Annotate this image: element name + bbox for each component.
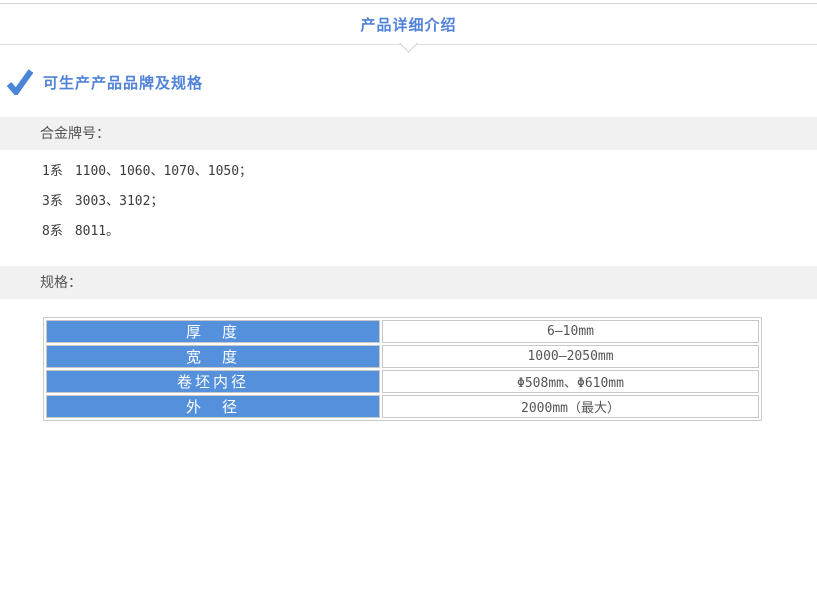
alloy-series-label: 3系: [42, 194, 63, 209]
section-header: 可生产产品品牌及规格: [6, 69, 817, 95]
alloy-heading-bar: 合金牌号：: [0, 117, 817, 150]
alloy-line-1: 1系 1100、1060、1070、1050；: [42, 157, 817, 187]
alloy-series-label: 1系: [42, 164, 63, 179]
alloy-line-2: 3系 3003、3102；: [42, 187, 817, 217]
alloy-series-values: 3003、3102；: [75, 194, 164, 209]
alloy-series-values: 8011。: [75, 224, 119, 239]
spec-value-outer-diameter: 2000mm（最大）: [382, 395, 759, 418]
spec-value-width: 1000—2050mm: [382, 345, 759, 368]
table-row: 外 径 2000mm（最大）: [46, 395, 759, 418]
alloy-line-3: 8系 8011。: [42, 217, 817, 247]
spec-value-coil-inner-diameter: Φ508mm、Φ610mm: [382, 370, 759, 393]
spec-heading-label: 规格：: [40, 274, 82, 290]
check-icon: [6, 69, 34, 95]
spec-label-width: 宽 度: [46, 345, 380, 368]
spec-label-thickness: 厚 度: [46, 320, 380, 343]
page-title: 产品详细介绍: [360, 14, 456, 35]
spec-heading-bar: 规格：: [0, 266, 817, 299]
section-title: 可生产产品品牌及规格: [43, 72, 203, 93]
spec-table: 厚 度 6—10mm 宽 度 1000—2050mm 卷坯内径 Φ508mm、Φ…: [43, 317, 762, 421]
alloy-heading-label: 合金牌号：: [40, 125, 110, 141]
alloy-series-values: 1100、1060、1070、1050；: [75, 164, 252, 179]
spec-label-coil-inner-diameter: 卷坯内径: [46, 370, 380, 393]
alloy-series-label: 8系: [42, 224, 63, 239]
spec-value-thickness: 6—10mm: [382, 320, 759, 343]
table-row: 卷坯内径 Φ508mm、Φ610mm: [46, 370, 759, 393]
table-row: 宽 度 1000—2050mm: [46, 345, 759, 368]
spec-label-outer-diameter: 外 径: [46, 395, 380, 418]
table-row: 厚 度 6—10mm: [46, 320, 759, 343]
alloy-list: 1系 1100、1060、1070、1050； 3系 3003、3102； 8系 80…: [0, 157, 817, 247]
product-detail-page: 产品详细介绍 可生产产品品牌及规格 合金牌号： 1系 1100、1060、1070…: [0, 0, 817, 610]
